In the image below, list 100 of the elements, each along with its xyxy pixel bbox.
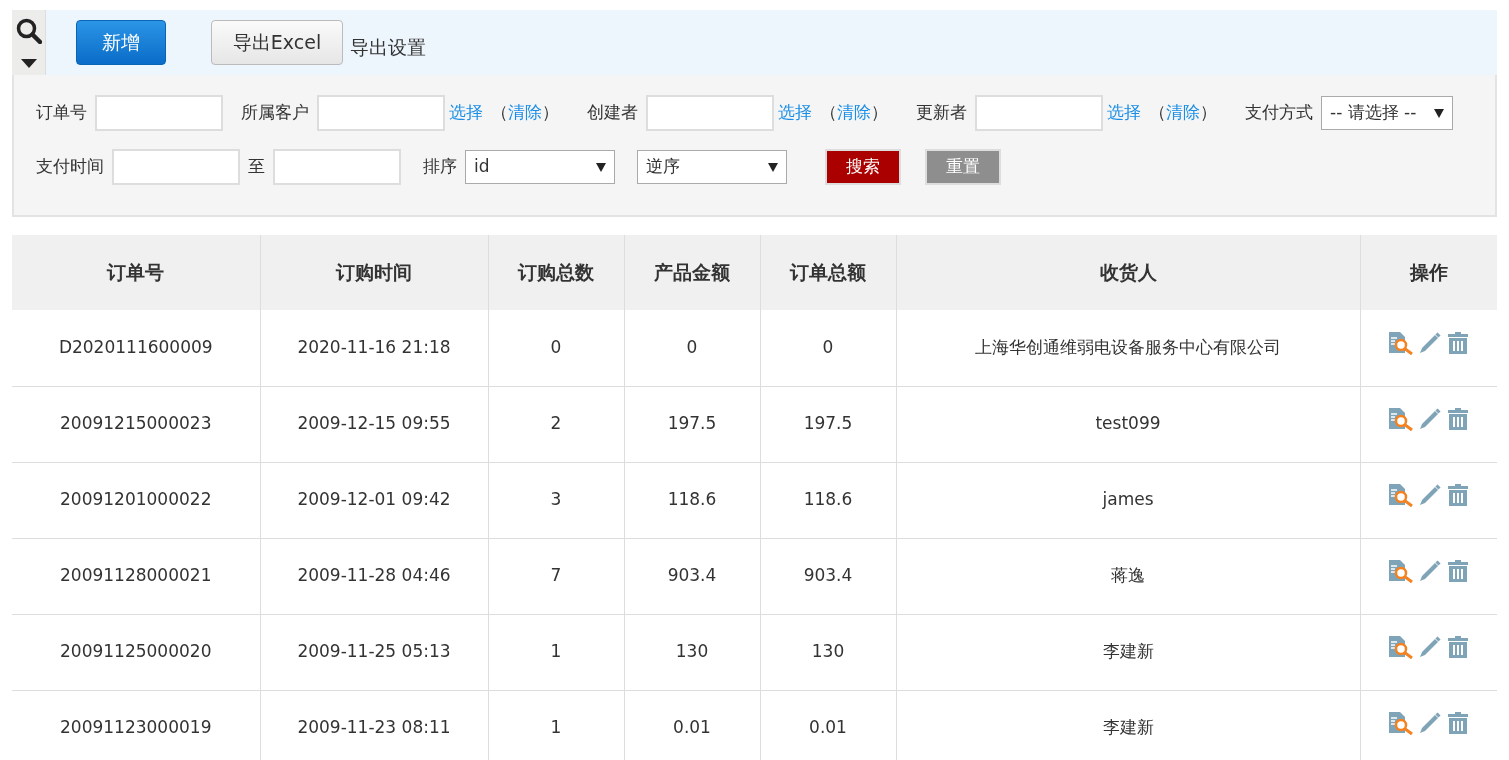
input-field[interactable] [112, 149, 240, 185]
select-link[interactable]: 选择 [778, 100, 812, 126]
caret-icon[interactable] [20, 58, 37, 68]
caret-icon [768, 162, 778, 172]
table-cell: 2 [488, 386, 624, 462]
table-cell: D2020111600009 [12, 310, 260, 386]
table-cell: 2009-11-23 08:11 [260, 690, 488, 760]
search-button[interactable]: 搜索 [825, 149, 901, 185]
document-search-icon[interactable] [1387, 559, 1414, 583]
column-header: 订单总额 [760, 235, 896, 310]
column-header: 操作 [1360, 235, 1497, 310]
select-link[interactable]: 选择 [1107, 100, 1141, 126]
table-cell: 0.01 [624, 690, 760, 760]
table-cell: 118.6 [624, 462, 760, 538]
table-cell: 7 [488, 538, 624, 614]
table-cell: james [896, 462, 1360, 538]
table-cell: 2009-11-25 05:13 [260, 614, 488, 690]
caret-icon [1434, 108, 1444, 118]
table-cell: 1 [488, 690, 624, 760]
column-header: 收货人 [896, 235, 1360, 310]
field-label: 所属客户 [241, 101, 309, 125]
table-cell: 903.4 [624, 538, 760, 614]
column-header: 订单号 [12, 235, 260, 310]
dropdown[interactable]: id [465, 150, 615, 184]
trash-icon[interactable] [1445, 483, 1470, 507]
pencil-icon[interactable] [1417, 330, 1442, 355]
table-cell: 20091125000020 [12, 614, 260, 690]
document-search-icon[interactable] [1387, 330, 1414, 355]
table-cell: 197.5 [624, 386, 760, 462]
table-cell: 1 [488, 614, 624, 690]
table-cell: 130 [760, 614, 896, 690]
field-label: 创建者 [587, 101, 638, 125]
pencil-icon[interactable] [1417, 483, 1442, 507]
column-header: 产品金额 [624, 235, 760, 310]
field-label: 更新者 [916, 101, 967, 125]
input-field[interactable] [273, 149, 401, 185]
field-label: 排序 [423, 155, 457, 179]
table-cell: 2009-12-15 09:55 [260, 386, 488, 462]
document-search-icon[interactable] [1387, 407, 1414, 431]
reset-button[interactable]: 重置 [925, 149, 1001, 185]
input-field[interactable] [975, 95, 1103, 131]
pencil-icon[interactable] [1417, 635, 1442, 659]
field-label: 支付时间 [36, 155, 104, 179]
column-header: 订购总数 [488, 235, 624, 310]
table-cell: 2020-11-16 21:18 [260, 310, 488, 386]
caret-icon [596, 162, 606, 172]
trash-icon[interactable] [1445, 559, 1470, 583]
column-header: 订购时间 [260, 235, 488, 310]
dropdown[interactable]: 逆序 [637, 150, 787, 184]
range-separator: 至 [248, 155, 265, 179]
bracket: （ [491, 101, 508, 125]
table-cell: 20091201000022 [12, 462, 260, 538]
table-cell: 上海华创通维弱电设备服务中心有限公司 [896, 310, 1360, 386]
input-field[interactable] [317, 95, 445, 131]
table-cell: 2009-11-28 04:46 [260, 538, 488, 614]
clear-link[interactable]: 清除 [508, 100, 542, 126]
clear-link[interactable]: 清除 [1166, 100, 1200, 126]
search-icon[interactable] [15, 17, 42, 44]
table-cell: 20091123000019 [12, 690, 260, 760]
select-link[interactable]: 选择 [449, 100, 483, 126]
document-search-icon[interactable] [1387, 483, 1414, 507]
trash-icon[interactable] [1445, 407, 1470, 431]
field-label: 支付方式 [1245, 101, 1313, 125]
input-field[interactable] [95, 95, 223, 131]
table-cell: 118.6 [760, 462, 896, 538]
table-cell: 李建新 [896, 614, 1360, 690]
export-settings-link[interactable]: 导出设置 [350, 33, 426, 62]
table-cell: 0 [488, 310, 624, 386]
document-search-icon[interactable] [1387, 711, 1414, 735]
bracket: （ [820, 101, 837, 125]
table-cell: 3 [488, 462, 624, 538]
pencil-icon[interactable] [1417, 559, 1442, 583]
table-cell: 20091215000023 [12, 386, 260, 462]
table-cell: 0 [760, 310, 896, 386]
input-field[interactable] [646, 95, 774, 131]
bracket: ） [1200, 101, 1217, 125]
dropdown[interactable]: -- 请选择 -- [1321, 96, 1453, 130]
trash-icon[interactable] [1445, 330, 1470, 355]
clear-link[interactable]: 清除 [837, 100, 871, 126]
export-excel-button[interactable]: 导出Excel [211, 20, 343, 65]
add-button[interactable]: 新增 [76, 20, 166, 65]
bracket: ） [542, 101, 559, 125]
pencil-icon[interactable] [1417, 711, 1442, 735]
table-cell: test099 [896, 386, 1360, 462]
table-cell: 2009-12-01 09:42 [260, 462, 488, 538]
table-cell: 20091128000021 [12, 538, 260, 614]
bracket: ） [871, 101, 888, 125]
bracket: （ [1149, 101, 1166, 125]
table-cell: 903.4 [760, 538, 896, 614]
table-cell: 蒋逸 [896, 538, 1360, 614]
pencil-icon[interactable] [1417, 407, 1442, 431]
table-cell: 197.5 [760, 386, 896, 462]
trash-icon[interactable] [1445, 635, 1470, 659]
table-cell: 0 [624, 310, 760, 386]
table-cell: 0.01 [760, 690, 896, 760]
table-cell: 李建新 [896, 690, 1360, 760]
field-label: 订单号 [36, 101, 87, 125]
document-search-icon[interactable] [1387, 635, 1414, 659]
table-cell: 130 [624, 614, 760, 690]
trash-icon[interactable] [1445, 711, 1470, 735]
